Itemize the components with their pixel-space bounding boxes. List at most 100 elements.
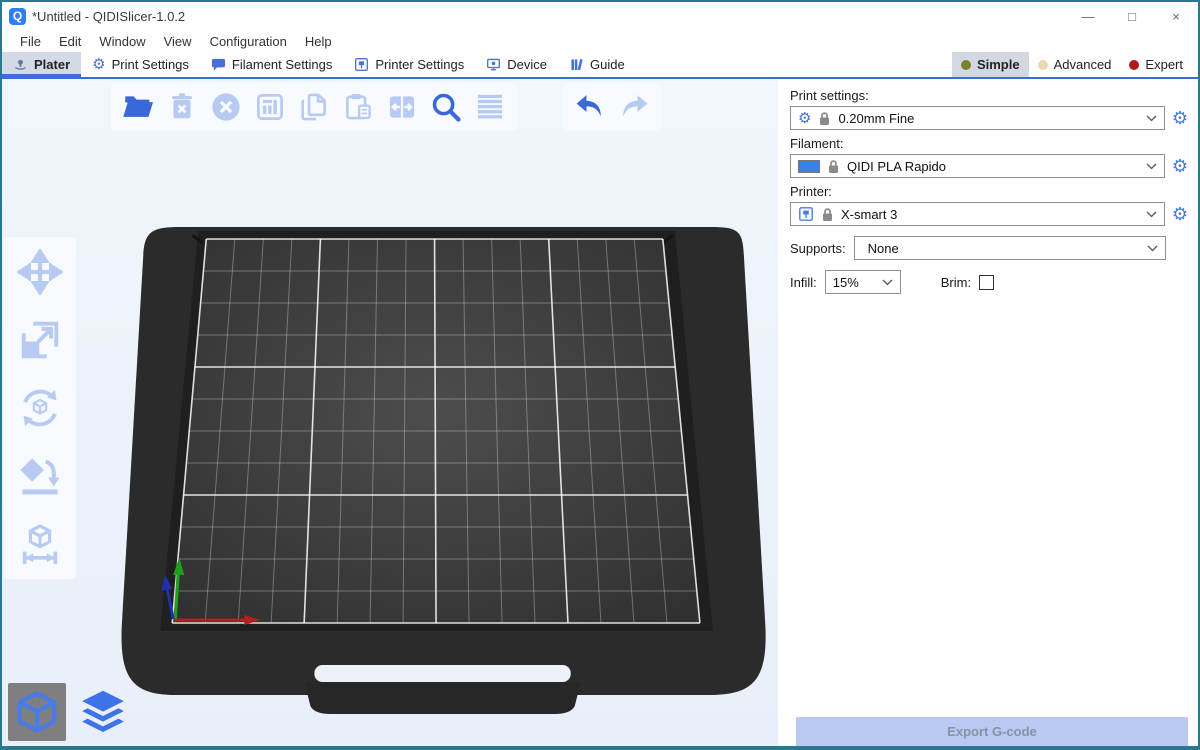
viewport-3d[interactable] (2, 79, 778, 746)
printer-gear-button[interactable]: ⚙ (1172, 205, 1188, 223)
menu-file[interactable]: File (11, 34, 50, 49)
view-switcher (8, 683, 132, 741)
tab-label: Device (507, 57, 547, 72)
plater-icon (13, 57, 28, 72)
mode-label: Expert (1145, 57, 1183, 72)
measure-button[interactable] (12, 519, 68, 569)
mode-label: Simple (977, 57, 1020, 72)
main-area: Print settings: ⚙ 0.20mm Fine ⚙ Filament… (2, 79, 1198, 746)
printer-icon (354, 57, 369, 72)
tab-label: Plater (34, 57, 70, 72)
layer-list-icon (473, 90, 507, 124)
tab-printer-settings[interactable]: Printer Settings (343, 52, 475, 77)
brim-label: Brim: (941, 275, 971, 290)
arrange-button[interactable] (248, 85, 292, 129)
tab-label: Guide (590, 57, 625, 72)
mode-label: Advanced (1054, 57, 1112, 72)
filament-color-swatch (798, 160, 820, 173)
menu-help[interactable]: Help (296, 34, 341, 49)
gear-icon: ⚙ (798, 111, 811, 126)
settings-sidebar: Print settings: ⚙ 0.20mm Fine ⚙ Filament… (778, 79, 1198, 746)
split-instances-button[interactable] (380, 85, 424, 129)
editor-3d-view-button[interactable] (8, 683, 66, 741)
chevron-down-icon (882, 279, 893, 286)
menu-view[interactable]: View (155, 34, 201, 49)
minimize-button[interactable]: — (1066, 3, 1110, 29)
left-toolbar (4, 237, 76, 579)
redo-icon (617, 90, 651, 124)
bed-handle (304, 682, 580, 714)
printer-icon (798, 206, 814, 222)
filament-icon (211, 57, 226, 72)
print-settings-label: Print settings: (790, 88, 1188, 103)
mode-advanced[interactable]: Advanced (1029, 52, 1121, 77)
supports-label: Supports: (790, 241, 846, 256)
device-monitor-icon (486, 57, 501, 72)
filament-combo[interactable]: QIDI PLA Rapido (790, 154, 1165, 178)
undo-redo-toolbar (563, 83, 661, 131)
infill-value: 15% (833, 275, 859, 290)
export-gcode-button[interactable]: Export G-code (796, 717, 1188, 746)
lock-icon (821, 207, 834, 222)
preview-layers-button[interactable] (74, 683, 132, 741)
app-window: Q *Untitled - QIDISlicer-1.0.2 — □ × Fil… (0, 0, 1200, 750)
title-bar: Q *Untitled - QIDISlicer-1.0.2 — □ × (2, 2, 1198, 30)
chevron-down-icon (1146, 115, 1157, 122)
arrange-icon (253, 90, 287, 124)
paste-icon (341, 90, 375, 124)
print-settings-combo[interactable]: ⚙ 0.20mm Fine (790, 106, 1165, 130)
rotate-icon (17, 385, 63, 431)
mode-expert[interactable]: Expert (1120, 52, 1192, 77)
copy-button[interactable] (292, 85, 336, 129)
menu-window[interactable]: Window (90, 34, 154, 49)
window-title: *Untitled - QIDISlicer-1.0.2 (32, 9, 185, 24)
print-settings-value: 0.20mm Fine (838, 111, 914, 126)
trash-icon (165, 90, 199, 124)
supports-combo[interactable]: None (854, 236, 1166, 260)
scale-icon (17, 317, 63, 363)
paste-button[interactable] (336, 85, 380, 129)
tab-bar: Plater ⚙ Print Settings Filament Setting… (2, 52, 1198, 79)
undo-button[interactable] (568, 85, 612, 129)
tab-guide[interactable]: Guide (558, 52, 636, 77)
chevron-down-icon (1146, 211, 1157, 218)
window-controls: — □ × (1066, 3, 1198, 29)
delete-all-icon (209, 90, 243, 124)
printer-value: X-smart 3 (841, 207, 897, 222)
scale-button[interactable] (12, 315, 68, 365)
delete-all-button[interactable] (204, 85, 248, 129)
menu-configuration[interactable]: Configuration (201, 34, 296, 49)
menu-edit[interactable]: Edit (50, 34, 90, 49)
print-settings-gear-button[interactable]: ⚙ (1172, 109, 1188, 127)
move-button[interactable] (12, 247, 68, 297)
infill-combo[interactable]: 15% (825, 270, 901, 294)
copy-icon (297, 90, 331, 124)
search-button[interactable] (424, 85, 468, 129)
tab-plater[interactable]: Plater (2, 52, 81, 77)
printer-combo[interactable]: X-smart 3 (790, 202, 1165, 226)
simple-dot-icon (961, 60, 971, 70)
top-toolbar (111, 83, 517, 131)
place-on-face-button[interactable] (12, 451, 68, 501)
menu-bar: File Edit Window View Configuration Help (2, 30, 1198, 52)
mode-simple[interactable]: Simple (952, 52, 1029, 77)
tab-device[interactable]: Device (475, 52, 558, 77)
variable-layer-height-button[interactable] (468, 85, 512, 129)
rotate-button[interactable] (12, 383, 68, 433)
undo-icon (573, 90, 607, 124)
open-button[interactable] (116, 85, 160, 129)
advanced-dot-icon (1038, 60, 1048, 70)
layers-stack-icon (78, 687, 128, 737)
redo-button[interactable] (612, 85, 656, 129)
brim-checkbox[interactable] (979, 275, 994, 290)
move-icon (17, 249, 63, 295)
bed-handle-slot (314, 665, 570, 682)
tab-label: Print Settings (112, 57, 189, 72)
infill-label: Infill: (790, 275, 817, 290)
tab-filament-settings[interactable]: Filament Settings (200, 52, 343, 77)
tab-print-settings[interactable]: ⚙ Print Settings (81, 52, 200, 77)
maximize-button[interactable]: □ (1110, 3, 1154, 29)
delete-button[interactable] (160, 85, 204, 129)
filament-gear-button[interactable]: ⚙ (1172, 157, 1188, 175)
close-button[interactable]: × (1154, 3, 1198, 29)
